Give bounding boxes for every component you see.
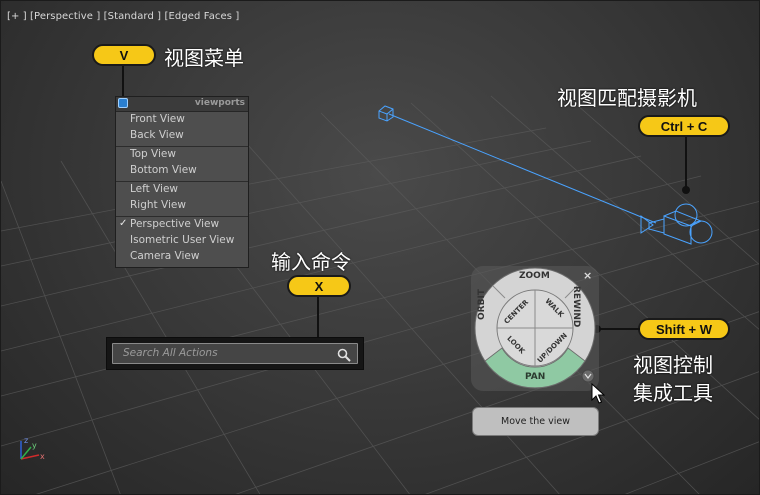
search-input[interactable]: Search All Actions (112, 343, 358, 364)
viewports-menu: viewports Front View Back View Top View … (115, 96, 249, 268)
mouse-pointer-icon (591, 383, 605, 404)
search-icon[interactable] (337, 347, 351, 366)
axis-z-label: z (24, 436, 28, 445)
axis-y-label: y (32, 441, 37, 450)
action-search-panel: Search All Actions (106, 337, 364, 370)
steering-wheel[interactable]: × ZOOM ORBIT REWIND PAN CENTER WALK LOOK… (471, 266, 601, 394)
menu-item-bottom-view[interactable]: Bottom View (116, 164, 248, 180)
viewport-label[interactable]: [+ ] [Perspective ] [Standard ] [Edged F… (7, 11, 239, 22)
match-camera-leader (685, 137, 687, 189)
shortcut-badge-x: X (287, 275, 351, 297)
menu-group-perspective: ✓ Perspective View Isometric User View Ca… (116, 217, 248, 267)
menu-item-front-view[interactable]: Front View (116, 113, 248, 129)
view-menu-leader (122, 66, 124, 98)
menu-item-label: Camera View (130, 250, 200, 262)
menu-item-label: Perspective View (130, 218, 220, 230)
axis-tripod: z y x (20, 436, 45, 461)
wheel-menu-button[interactable] (581, 369, 595, 383)
checkmark-icon: ✓ (119, 218, 128, 229)
menu-item-perspective-view[interactable]: ✓ Perspective View (116, 218, 248, 234)
menu-group-left-right: Left View Right View (116, 182, 248, 217)
close-icon[interactable]: × (583, 269, 592, 282)
menu-item-right-view[interactable]: Right View (116, 199, 248, 215)
shortcut-badge-v: V (92, 44, 156, 66)
menu-item-camera-view[interactable]: Camera View (116, 250, 248, 266)
menu-item-label: Back View (130, 129, 184, 141)
view-menu-caption: 视图菜单 (164, 46, 244, 70)
menu-item-label: Bottom View (130, 164, 197, 176)
menu-pin-icon[interactable] (118, 98, 128, 108)
menu-item-left-view[interactable]: Left View (116, 183, 248, 199)
wheel-rewind-label[interactable]: REWIND (571, 286, 581, 327)
menu-item-isometric-user-view[interactable]: Isometric User View (116, 234, 248, 250)
search-placeholder: Search All Actions (123, 347, 218, 359)
shortcut-badge-ctrl-c: Ctrl + C (638, 115, 730, 137)
input-command-caption: 输入命令 (271, 250, 351, 274)
menu-item-label: Left View (130, 183, 179, 195)
menu-group-top-bottom: Top View Bottom View (116, 147, 248, 182)
match-camera-caption: 视图匹配摄影机 (557, 86, 697, 110)
match-camera-pointer-dot (682, 186, 690, 194)
wheel-orbit-label[interactable]: ORBIT (477, 289, 487, 320)
menu-item-label: Top View (130, 148, 176, 160)
menu-item-back-view[interactable]: Back View (116, 129, 248, 145)
menu-item-label: Isometric User View (130, 234, 235, 246)
axis-x-label: x (40, 452, 45, 461)
move-view-tooltip: Move the view (472, 407, 599, 436)
view-control-leader (598, 328, 640, 330)
view-control-caption-line2: 集成工具 (633, 381, 713, 405)
viewports-menu-title: viewports (194, 98, 245, 108)
menu-item-label: Front View (130, 113, 185, 125)
perspective-viewport[interactable]: [+ ] [Perspective ] [Standard ] [Edged F… (0, 0, 760, 495)
wheel-zoom-label[interactable]: ZOOM (519, 271, 550, 281)
viewports-menu-header: viewports (116, 97, 248, 112)
view-control-caption-line1: 视图控制 (633, 353, 713, 377)
menu-group-front-back: Front View Back View (116, 112, 248, 147)
menu-item-label: Right View (130, 199, 186, 211)
wheel-pan-label[interactable]: PAN (525, 372, 545, 382)
menu-item-top-view[interactable]: Top View (116, 148, 248, 164)
shortcut-badge-shift-w: Shift + W (638, 318, 730, 340)
